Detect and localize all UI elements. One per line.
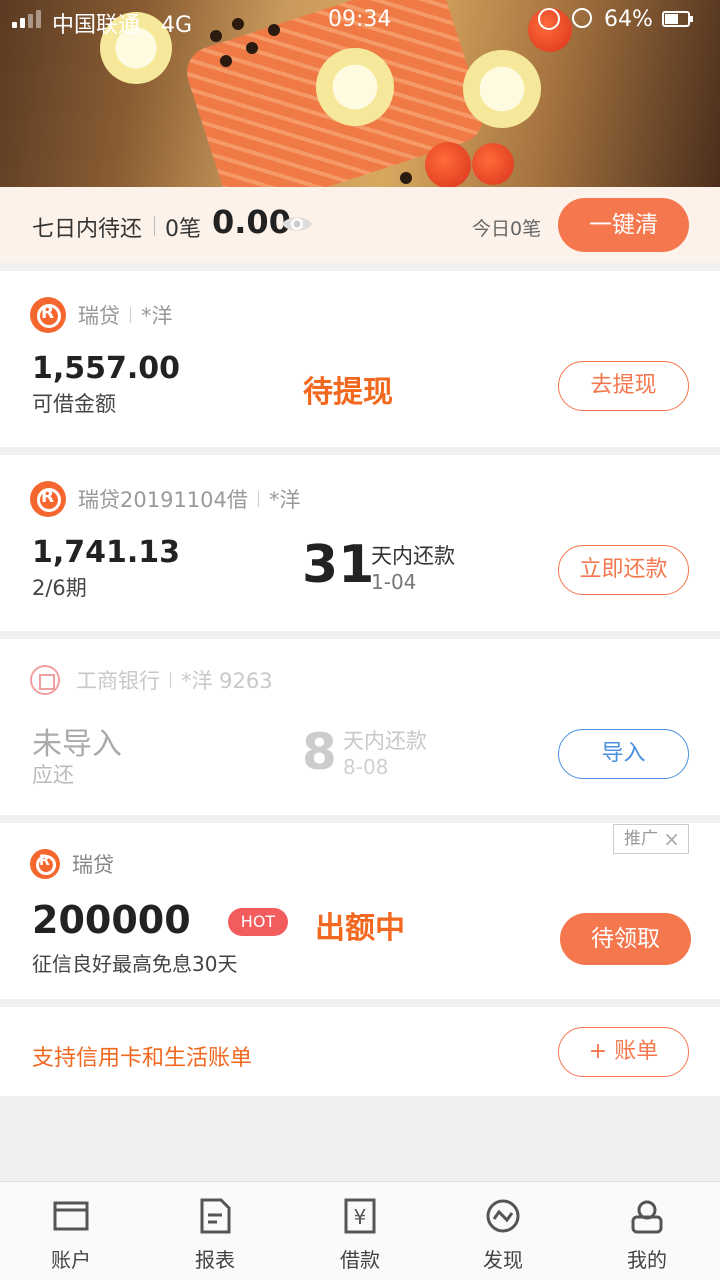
- ad-tag-label: 推广: [624, 829, 658, 849]
- days-until-due-label: 天内还款: [343, 729, 427, 753]
- card-header: 工商银行 *洋 9263: [30, 665, 273, 695]
- status-bar: 中国联通 4G 09:34 64%: [0, 0, 720, 40]
- import-status: 未导入: [32, 727, 122, 762]
- loan-card[interactable]: R 瑞贷20191104借 *洋 1,741.13 2/6期 31 天内还款 1…: [0, 455, 720, 631]
- discover-icon: [486, 1199, 520, 1233]
- battery-icon: [662, 11, 690, 27]
- clock: 09:34: [328, 7, 392, 32]
- tomato-image: [425, 142, 471, 187]
- available-amount: 1,557.00: [32, 351, 181, 386]
- days-until-due: 31: [302, 535, 375, 595]
- report-icon: [200, 1198, 231, 1234]
- loan-card[interactable]: R 瑞贷 *洋 1,557.00 可借金额 待提现 去提现: [0, 271, 720, 447]
- credit-status: 出额中: [315, 911, 405, 946]
- tab-label: 发现: [483, 1248, 523, 1272]
- card-owner: *洋: [268, 488, 301, 512]
- tab-loan[interactable]: ¥ 借款: [310, 1182, 410, 1280]
- claim-button[interactable]: 待领取: [560, 913, 691, 965]
- battery-percent: 64%: [604, 7, 653, 32]
- card-owner: *洋 9263: [181, 669, 273, 693]
- today-count: 今日0笔: [472, 218, 542, 240]
- card-brand: 瑞贷20191104借: [78, 488, 248, 512]
- card-owner: *洋: [141, 304, 173, 328]
- wallet-icon: [53, 1201, 89, 1231]
- close-icon[interactable]: ×: [663, 825, 680, 853]
- due-date: 8-08: [343, 755, 389, 779]
- clear-all-button[interactable]: 一键清: [558, 198, 689, 252]
- ad-tag[interactable]: 推广 ×: [613, 824, 689, 854]
- divider: [130, 307, 131, 323]
- divider: [170, 672, 171, 688]
- bill-support-text: 支持信用卡和生活账单: [32, 1046, 253, 1071]
- card-brand: 瑞贷: [72, 853, 114, 877]
- hot-badge: HOT: [228, 908, 288, 936]
- credit-amount: 200000: [32, 898, 191, 942]
- pepper-image: [400, 172, 412, 184]
- summary-count: 0笔: [165, 217, 201, 242]
- rotation-lock-icon: [538, 8, 560, 30]
- tab-label: 报表: [195, 1248, 235, 1272]
- icbc-logo-icon: [30, 665, 60, 695]
- withdraw-status: 待提现: [303, 375, 393, 410]
- bill-support-card: 支持信用卡和生活账单 + 账单: [0, 1007, 720, 1096]
- repay-now-button[interactable]: 立即还款: [558, 545, 689, 595]
- withdraw-button[interactable]: 去提现: [558, 361, 689, 411]
- lemon-slice-image: [316, 48, 394, 126]
- bottom-tab-bar: 账户 报表 ¥ 借款 发现 我的: [0, 1181, 720, 1280]
- tab-profile[interactable]: 我的: [597, 1182, 697, 1280]
- days-until-due: 8: [302, 723, 337, 781]
- divider: [257, 491, 259, 507]
- amount-due-label: 应还: [32, 763, 74, 787]
- tab-label: 借款: [340, 1248, 380, 1272]
- carrier-label: 中国联通 4G: [52, 13, 193, 38]
- summary-label: 七日内待还: [32, 217, 143, 242]
- lemon-slice-image: [463, 50, 541, 128]
- card-header: R 瑞贷20191104借 *洋: [30, 481, 300, 517]
- add-bill-button[interactable]: + 账单: [558, 1027, 689, 1077]
- due-date: 1-04: [371, 570, 417, 594]
- pepper-image: [220, 55, 232, 67]
- alarm-icon: [572, 8, 592, 28]
- tab-discover[interactable]: 发现: [453, 1182, 553, 1280]
- tab-account[interactable]: 账户: [21, 1182, 121, 1280]
- tab-report[interactable]: 报表: [165, 1182, 265, 1280]
- repayment-summary: 七日内待还 0笔 0.00 今日0笔 一键清: [0, 187, 720, 263]
- loan-amount: 1,741.13: [32, 535, 181, 570]
- promo-description: 征信良好最高免息30天: [32, 952, 238, 976]
- import-button[interactable]: 导入: [558, 729, 689, 779]
- tab-label: 账户: [51, 1248, 91, 1272]
- tab-label: 我的: [627, 1248, 667, 1272]
- card-header: R 瑞贷 *洋: [30, 297, 173, 333]
- eye-icon[interactable]: [280, 212, 314, 236]
- loan-icon: ¥: [344, 1198, 376, 1234]
- signal-icon: [12, 10, 41, 28]
- days-until-due-label: 天内还款: [371, 544, 455, 568]
- card-brand: 瑞贷: [78, 304, 120, 328]
- ruidai-logo-icon: R: [30, 481, 66, 517]
- promo-card[interactable]: 推广 × R 瑞贷 200000 HOT 出额中 征信良好最高免息30天 待领取: [0, 823, 720, 999]
- profile-icon: [631, 1200, 663, 1234]
- ruidai-logo-icon: R: [30, 849, 60, 879]
- installment-period: 2/6期: [32, 576, 87, 600]
- available-amount-label: 可借金额: [32, 392, 116, 416]
- divider: [154, 216, 155, 236]
- bank-card[interactable]: 工商银行 *洋 9263 未导入 应还 8 天内还款 8-08 导入: [0, 639, 720, 815]
- ruidai-logo-icon: R: [30, 297, 66, 333]
- card-brand: 工商银行: [76, 669, 160, 693]
- svg-text:¥: ¥: [354, 1205, 367, 1229]
- pepper-image: [246, 42, 258, 54]
- app-page: 中国联通 4G 09:34 64% 七日内待还 0笔 0.00 今日0笔 一键清…: [0, 0, 720, 1280]
- tomato-image: [472, 143, 514, 185]
- card-header: R 瑞贷: [30, 849, 114, 879]
- battery-tip: [690, 16, 693, 22]
